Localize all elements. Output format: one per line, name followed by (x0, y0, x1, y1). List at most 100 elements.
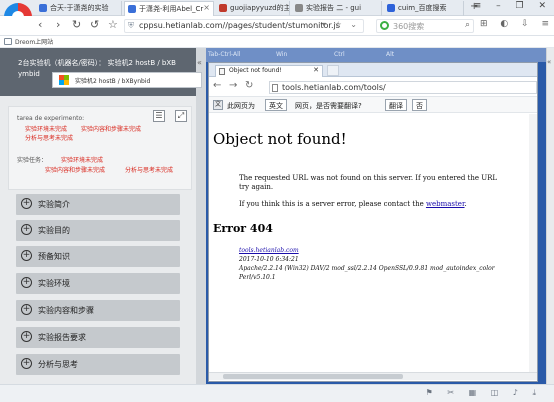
plus-circle-icon: + (21, 250, 32, 261)
task-status[interactable]: 实验环境未完成 (61, 155, 103, 164)
section-environment[interactable]: + 实验环境 (16, 273, 180, 294)
task-label: 实验任务： (17, 157, 48, 164)
translate-prefix: 此网页为 (227, 102, 255, 110)
experiment-status-card: tarea de experimento: 实验环境未完成 实验内容和步骤未完成… (8, 106, 192, 190)
section-report[interactable]: + 实验报告要求 (16, 327, 180, 348)
browser-tab-1[interactable]: 合天-于潇尧的实验 (36, 1, 122, 16)
ie-browser-window: Object not found! ✕ ← → ↻ tools.hetianla… (208, 62, 538, 382)
address-text: cppsu.hetianlab.com//pages/student/stumo… (139, 21, 340, 30)
back-arrow-icon[interactable]: ‹ (38, 18, 42, 31)
task-status[interactable]: 实验内容和步骤未完成 (45, 165, 105, 174)
contact-text: If you think this is a server error, ple… (239, 200, 424, 208)
360-search-icon (380, 21, 389, 30)
server-signature: Apache/2.2.14 (Win32) DAV/2 mod_ssl/2.2.… (239, 265, 495, 272)
forward-arrow-icon[interactable]: › (56, 18, 60, 31)
section-purpose[interactable]: + 实验目的 (16, 220, 180, 241)
close-icon[interactable]: ✕ (313, 66, 319, 74)
bookmarks-bar: Dreom上网站 (0, 36, 554, 48)
remote-key-button[interactable]: Win (276, 51, 287, 58)
section-label: 实验简介 (38, 200, 70, 209)
section-label: 分析与思考 (38, 360, 78, 369)
server-host-link[interactable]: tools.hetianlab.com (239, 247, 299, 254)
panel-divider[interactable]: « (196, 48, 206, 384)
vm-machine-tab[interactable]: 实验机2 hostB / bXBynbid (52, 72, 202, 88)
address-bar[interactable]: ⛨ cppsu.hetianlab.com//pages/student/stu… (124, 19, 364, 33)
server-perl: Perl/v5.10.1 (239, 274, 276, 281)
expand-icon[interactable]: ⤢ (175, 110, 187, 122)
ie-tab[interactable]: Object not found! ✕ (215, 65, 323, 77)
section-prerequisites[interactable]: + 预备知识 (16, 246, 180, 267)
error-message-line: try again. (239, 183, 274, 191)
section-label: 实验内容和步骤 (38, 306, 94, 315)
error-heading: Error 404 (213, 222, 273, 235)
tab-label: guojiapyyuzd的主页 (230, 4, 290, 12)
status-bar-icons[interactable]: ⚑ ✂ ▦ ◫ ♪ ⤓ (426, 388, 542, 398)
translate-bar: 文 此网页为 英文 网页，是否需要翻译? 翻译 否 (209, 97, 537, 113)
remote-key-button[interactable]: Ctrl (334, 51, 345, 58)
search-icon[interactable]: ⌕ (465, 20, 470, 30)
back-arrow-icon[interactable]: ← (213, 80, 221, 91)
star-icon[interactable]: ☆ (108, 18, 118, 31)
ie-page-content: Object not found! The requested URL was … (209, 114, 537, 372)
tarea-label: tarea de experimento: (17, 115, 85, 122)
browser-tab-2[interactable]: 于潇尧-利用Abel_Cr × (124, 1, 214, 16)
translate-button[interactable]: 翻译 (385, 99, 407, 111)
page-title: Object not found! (213, 130, 347, 148)
list-icon[interactable]: ☰ (153, 110, 165, 122)
plus-circle-icon: + (21, 331, 32, 342)
close-icon[interactable]: × (203, 3, 210, 12)
expand-chevron-icon[interactable]: « (547, 58, 551, 66)
new-tab-button[interactable] (327, 65, 339, 76)
vm-machine-label: 实验机2 hostB / bXBynbid (75, 78, 151, 85)
server-date: 2017-10-10 6:34:21 (239, 256, 299, 263)
ie-horizontal-scrollbar[interactable] (209, 372, 537, 380)
section-steps[interactable]: + 实验内容和步骤 (16, 300, 180, 321)
browser-toolbar: ‹ › ↻ ↺ ☆ ⛨ cppsu.hetianlab.com//pages/s… (0, 16, 554, 36)
browser-tab-5[interactable]: cuim_百度搜索 (384, 1, 464, 16)
browser-tab-3[interactable]: guojiapyyuzd的主页 (216, 1, 290, 16)
window-controls[interactable]: ≡ – ❐ ✕ (474, 1, 552, 11)
address-bar-icons[interactable]: ▾ ☆ ⌄ (322, 20, 360, 29)
plus-circle-icon: + (21, 358, 32, 369)
tab-favicon-icon (219, 4, 227, 12)
lab-sidebar: 2台实验机（机器名/密码）： 实验机2 hostB / bXB ymbid ta… (0, 48, 196, 384)
server-host-line: tools.hetianlab.com (239, 247, 299, 254)
lab-machine-password: ymbid (18, 70, 40, 78)
step-status[interactable]: 分析与思考未完成 (25, 133, 73, 142)
tab-label: 合天-于潇尧的实验 (50, 4, 109, 12)
tab-favicon-icon (387, 4, 395, 12)
ie-navigation-bar: ← → ↻ tools.hetianlab.com/tools/ (209, 77, 537, 97)
section-intro[interactable]: + 实验简介 (16, 194, 180, 215)
remote-key-button[interactable]: Tab-Ctrl-All (208, 51, 240, 58)
ie-vertical-scrollbar[interactable] (529, 114, 537, 372)
bookmark-item[interactable]: Dreom上网站 (15, 37, 53, 46)
tab-favicon-icon (128, 5, 136, 13)
plus-circle-icon: + (21, 277, 32, 288)
step-status[interactable]: 实验环境未完成 (25, 124, 67, 133)
browser-tab-4[interactable]: 实验报告 二 - gui (292, 1, 382, 16)
tab-label: 实验报告 二 - gui (306, 4, 362, 12)
reload-icon[interactable]: ↻ (245, 80, 253, 91)
windows-logo-icon (59, 75, 69, 85)
remote-key-button[interactable]: Alt (386, 51, 394, 58)
forward-arrow-icon[interactable]: → (229, 80, 237, 91)
step-status[interactable]: 实验内容和步骤未完成 (81, 124, 141, 133)
task-status[interactable]: 分析与思考未完成 (125, 165, 173, 174)
scrollbar-thumb[interactable] (223, 374, 403, 379)
bookmark-folder-icon (4, 38, 12, 45)
tab-label: cuim_百度搜索 (398, 4, 447, 12)
undo-icon[interactable]: ↺ (90, 18, 99, 31)
right-edge-bar[interactable]: « (546, 48, 554, 384)
collapse-chevron-icon[interactable]: « (197, 58, 202, 67)
section-analysis[interactable]: + 分析与思考 (16, 354, 180, 375)
reload-icon[interactable]: ↻ (72, 18, 81, 31)
search-placeholder: 360搜索 (393, 22, 425, 31)
webmaster-link[interactable]: webmaster (426, 200, 465, 208)
section-label: 实验环境 (38, 279, 70, 288)
ie-address-bar[interactable]: tools.hetianlab.com/tools/ (269, 81, 537, 94)
no-translate-button[interactable]: 否 (412, 99, 427, 111)
language-select[interactable]: 英文 (265, 99, 287, 111)
toolbar-extension-icons[interactable]: ⊞ ◐ ⇩ ≡ (480, 19, 554, 29)
page-icon (272, 84, 278, 92)
search-box[interactable]: 360搜索 ⌕ (376, 19, 474, 33)
